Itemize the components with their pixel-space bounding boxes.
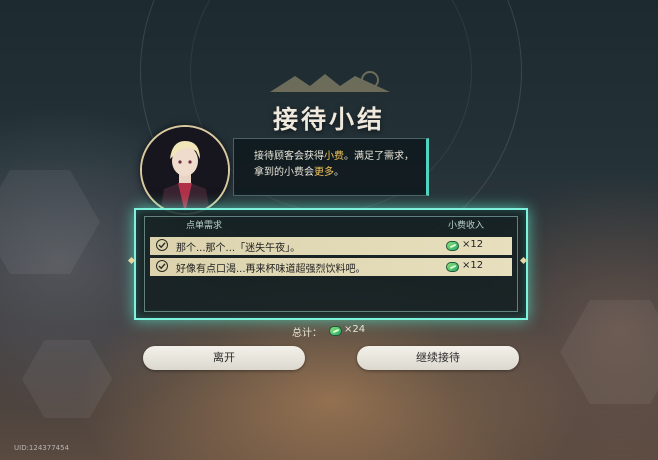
- background-hexagon: [560, 300, 658, 404]
- order-row: 那个...那个...「迷失午夜」。 ×12: [150, 237, 512, 255]
- order-tip-count: ×12: [462, 239, 484, 250]
- page-title: 接待小结: [272, 105, 385, 134]
- speech-bubble: 接待顾客会获得小费。满足了需求，拿到的小费会更多。: [233, 138, 429, 196]
- leave-button[interactable]: 离开: [143, 346, 305, 370]
- column-header-request: 点单需求: [186, 221, 223, 231]
- total-label: 总计：: [292, 328, 322, 339]
- tip-coin-icon: [446, 262, 459, 272]
- order-tip-count: ×12: [462, 260, 484, 271]
- column-header-tip: 小费收入: [448, 221, 485, 231]
- tip-coin-icon: [446, 241, 459, 251]
- order-row: 好像有点口渴...再来杯味道超强烈饮料吧。 ×12: [150, 258, 512, 276]
- customer-portrait: [140, 125, 230, 215]
- summary-message: 接待顾客会获得小费。满足了需求，拿到的小费会更多。: [254, 151, 414, 178]
- background-hexagon: [0, 170, 100, 274]
- user-id: UID:124377454: [14, 444, 70, 452]
- total-count: ×24: [344, 324, 366, 335]
- check-icon: [156, 260, 168, 272]
- order-request-text: 那个...那个...「迷失午夜」。: [176, 243, 301, 254]
- order-request-text: 好像有点口渴...再来杯味道超强烈饮料吧。: [176, 264, 366, 275]
- background-hexagon: [22, 340, 112, 418]
- tip-coin-icon: [329, 326, 342, 336]
- continue-serving-button[interactable]: 继续接待: [357, 346, 519, 370]
- check-icon: [156, 239, 168, 251]
- title-emblem: [270, 71, 390, 92]
